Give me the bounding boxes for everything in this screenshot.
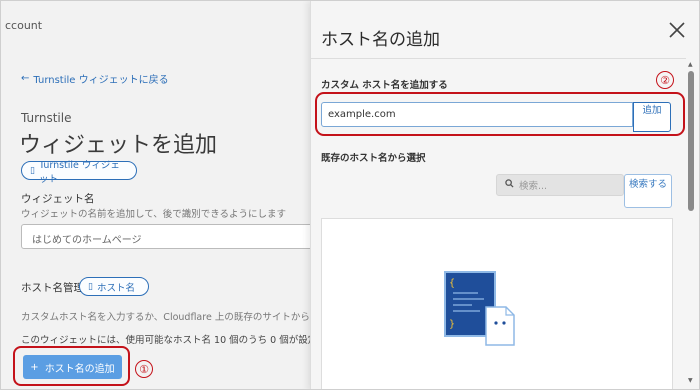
arrow-left-icon: ← <box>21 73 30 84</box>
book-icon: ▯ <box>30 165 35 176</box>
drawer-divider <box>311 58 686 59</box>
callout-number-2: ② <box>656 71 674 89</box>
hostname-docs-pill[interactable]: ▯ ホスト名 <box>79 277 149 296</box>
existing-hostname-label: 既存のホスト名から選択 <box>321 153 426 164</box>
book-icon: ▯ <box>88 281 93 292</box>
scroll-up-arrow[interactable]: ▲ <box>688 61 693 68</box>
page-eyebrow: Turnstile <box>21 111 72 125</box>
hostname-list-empty-panel: { } <box>321 218 673 389</box>
svg-text:{: { <box>449 278 455 289</box>
widget-form-page: ccount ← Turnstile ウィジェットに戻る Turnstile ウ… <box>1 1 355 389</box>
drawer-title: ホスト名の追加 <box>321 30 440 50</box>
svg-text:}: } <box>449 319 455 330</box>
widget-docs-pill-label: Turnstile ウィジェット <box>38 159 120 185</box>
hostname-search-input[interactable]: 検索... <box>496 174 624 196</box>
callout-number-1: ① <box>135 360 153 378</box>
search-button[interactable]: 検索する <box>624 174 672 208</box>
search-placeholder: 検索... <box>519 181 548 192</box>
hostname-mgmt-label: ホスト名管理 <box>21 282 84 294</box>
screenshot-frame: ccount ← Turnstile ウィジェットに戻る Turnstile ウ… <box>0 0 700 390</box>
page-title: ウィジェットを追加 <box>19 133 218 158</box>
search-icon <box>505 179 514 191</box>
hostname-docs-pill-label: ホスト名 <box>96 282 135 294</box>
hostname-help: カスタムホスト名を入力するか、Cloudflare 上の既存のサイトから選択しま <box>21 312 348 323</box>
custom-hostname-label: カスタム ホスト名を追加する <box>321 80 448 91</box>
widget-name-input[interactable]: はじめてのホームページ <box>21 224 321 249</box>
callout-highlight-2 <box>315 92 685 136</box>
code-document-illustration: { } <box>444 271 516 347</box>
account-label: ccount <box>5 19 43 32</box>
widget-name-label: ウィジェット名 <box>21 193 95 205</box>
drawer-scrollbar[interactable] <box>688 71 694 211</box>
hostname-usage-note: このウィジェットには、使用可能なホスト名 10 個のうち 0 個が設定されてい <box>21 335 355 346</box>
back-link-label: Turnstile ウィジェットに戻る <box>33 75 169 86</box>
scroll-down-arrow[interactable]: ▼ <box>688 377 693 384</box>
add-hostname-drawer: ホスト名の追加 カスタム ホスト名を追加する example.com 追加 ② … <box>310 1 699 389</box>
close-icon[interactable] <box>666 19 688 41</box>
callout-highlight-1 <box>13 346 130 386</box>
back-link[interactable]: ← Turnstile ウィジェットに戻る <box>21 71 169 86</box>
widget-name-help: ウィジェットの名前を追加して、後で識別できるようにします <box>21 209 287 220</box>
widget-docs-pill[interactable]: ▯ Turnstile ウィジェット <box>21 160 137 185</box>
